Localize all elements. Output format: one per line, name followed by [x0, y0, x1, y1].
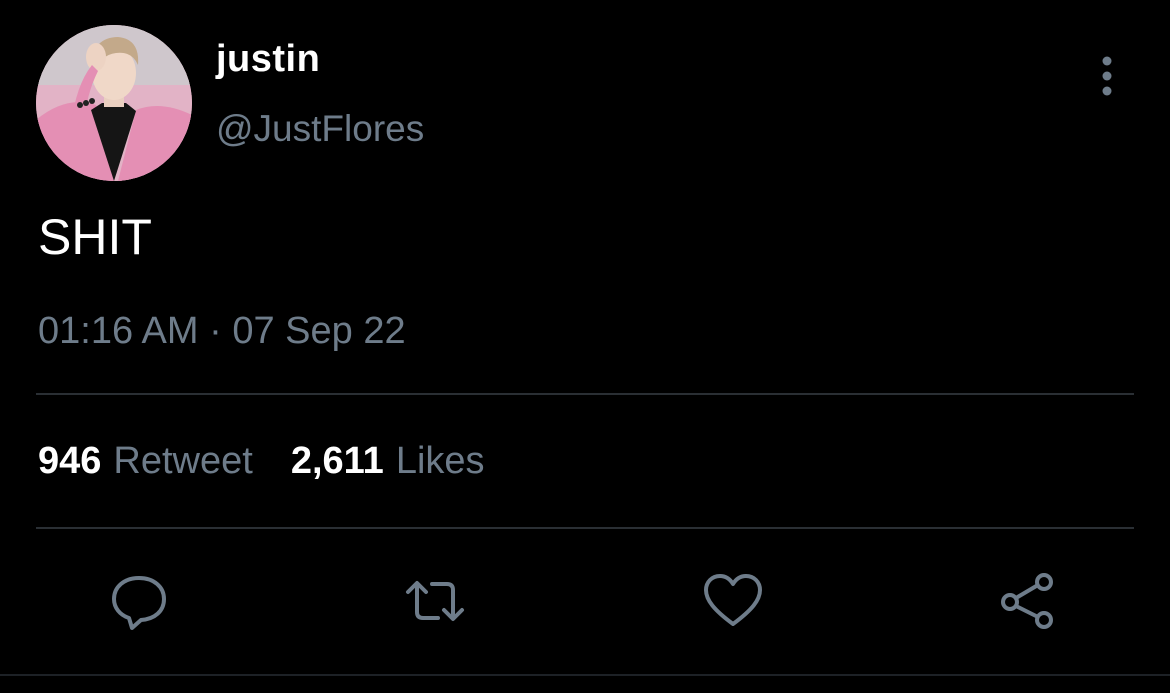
vertical-dots-icon — [1102, 56, 1112, 96]
tweet-text: SHIT — [38, 209, 152, 265]
reply-button[interactable] — [108, 570, 170, 632]
engagement-stats: 946 Retweet 2,611 Likes — [38, 440, 485, 483]
divider — [36, 527, 1134, 529]
likes-stat[interactable]: 2,611 Likes — [291, 440, 485, 483]
share-nodes-icon — [1001, 573, 1053, 629]
share-button[interactable] — [996, 570, 1058, 632]
user-handle[interactable]: @JustFlores — [216, 108, 424, 150]
tweet-detail: justin @JustFlores SHIT 01:16 AM · 07 Se… — [0, 0, 1170, 693]
bottom-divider — [0, 674, 1170, 676]
speech-bubble-icon — [112, 576, 166, 630]
retweets-stat[interactable]: 946 Retweet — [38, 440, 253, 483]
retweets-count: 946 — [38, 440, 102, 482]
avatar-photo — [36, 25, 192, 181]
like-button[interactable] — [702, 570, 764, 632]
retweet-button[interactable] — [404, 570, 466, 632]
likes-label: Likes — [395, 440, 485, 482]
retweet-arrows-icon — [406, 581, 464, 621]
more-options-button[interactable] — [1092, 55, 1122, 97]
tweet-timestamp[interactable]: 01:16 AM · 07 Sep 22 — [38, 310, 406, 353]
display-name[interactable]: justin — [216, 38, 320, 81]
likes-count: 2,611 — [290, 440, 384, 482]
retweets-label: Retweet — [113, 440, 253, 482]
heart-icon — [704, 574, 762, 626]
divider — [36, 393, 1134, 395]
avatar[interactable] — [36, 25, 192, 181]
